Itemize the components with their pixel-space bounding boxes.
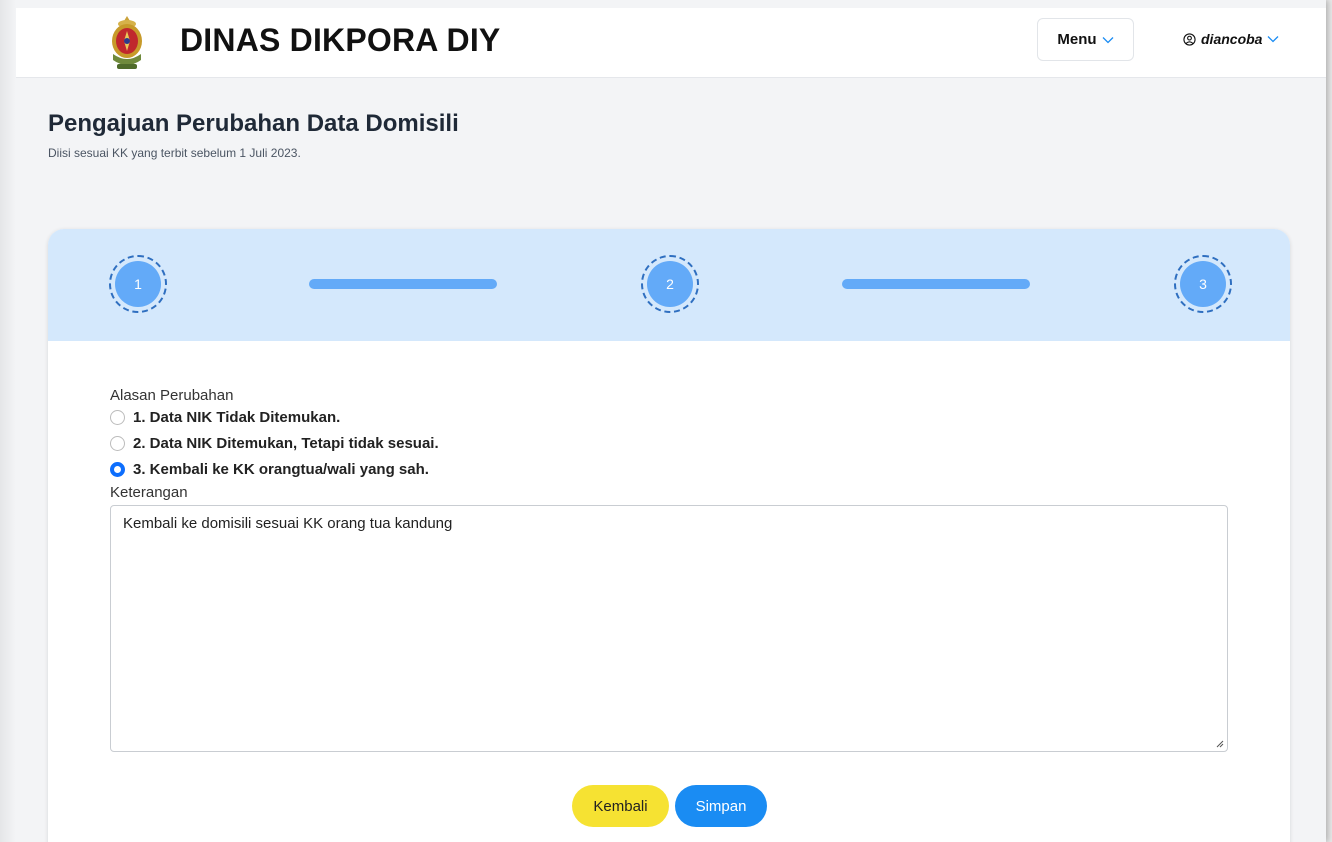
step-1-number: 1	[115, 261, 161, 307]
yogyakarta-emblem-logo[interactable]	[108, 14, 146, 72]
step-connector-2	[842, 279, 1030, 289]
brand-title[interactable]: DINAS DIKPORA DIY	[180, 22, 500, 59]
top-navbar: DINAS DIKPORA DIY Menu diancoba	[16, 8, 1326, 78]
chevron-down-icon	[1268, 36, 1279, 43]
note-textarea[interactable]: Kembali ke domisili sesuai KK orang tua …	[110, 505, 1228, 752]
reason-option-label: 3. Kembali ke KK orangtua/wali yang sah.	[133, 460, 429, 478]
reason-option-2[interactable]: 2. Data NIK Ditemukan, Tetapi tidak sesu…	[110, 430, 1228, 456]
page-title: Pengajuan Perubahan Data Domisili	[48, 110, 459, 137]
step-3-number: 3	[1180, 261, 1226, 307]
note-label: Keterangan	[110, 484, 188, 501]
step-1[interactable]: 1	[109, 255, 167, 313]
note-text: Kembali ke domisili sesuai KK orang tua …	[123, 515, 453, 532]
step-2-number: 2	[647, 261, 693, 307]
step-3[interactable]: 3	[1174, 255, 1232, 313]
browser-window: DINAS DIKPORA DIY Menu diancoba Pengajua…	[0, 0, 1326, 842]
reason-radio-2[interactable]	[110, 435, 125, 451]
form-card: 1 2 3 Alasan Perubahan 1. Data NIK Tidak…	[48, 229, 1290, 842]
step-2[interactable]: 2	[641, 255, 699, 313]
chevron-down-icon	[1102, 36, 1114, 43]
resize-handle-icon[interactable]	[1215, 739, 1224, 748]
reason-radio-3[interactable]	[110, 461, 125, 477]
menu-dropdown-button[interactable]: Menu	[1037, 18, 1134, 61]
user-circle-icon	[1183, 32, 1196, 46]
reason-option-label: 2. Data NIK Ditemukan, Tetapi tidak sesu…	[133, 434, 439, 452]
back-button[interactable]: Kembali	[572, 785, 669, 827]
page-subtitle: Diisi sesuai KK yang terbit sebelum 1 Ju…	[48, 146, 301, 160]
reason-option-1[interactable]: 1. Data NIK Tidak Ditemukan.	[110, 404, 1228, 430]
form-actions: Kembali Simpan	[572, 785, 767, 827]
progress-stepper: 1 2 3	[48, 229, 1290, 341]
change-form: Alasan Perubahan 1. Data NIK Tidak Ditem…	[110, 387, 1228, 752]
menu-label: Menu	[1057, 31, 1097, 48]
reason-label: Alasan Perubahan	[110, 387, 234, 404]
username: diancoba	[1201, 31, 1263, 47]
reason-option-3[interactable]: 3. Kembali ke KK orangtua/wali yang sah.	[110, 456, 1228, 482]
save-button[interactable]: Simpan	[675, 785, 767, 827]
step-connector-1	[309, 279, 497, 289]
reason-option-label: 1. Data NIK Tidak Ditemukan.	[133, 408, 341, 426]
reason-radio-1[interactable]	[110, 409, 125, 425]
user-menu[interactable]: diancoba	[1183, 29, 1279, 49]
